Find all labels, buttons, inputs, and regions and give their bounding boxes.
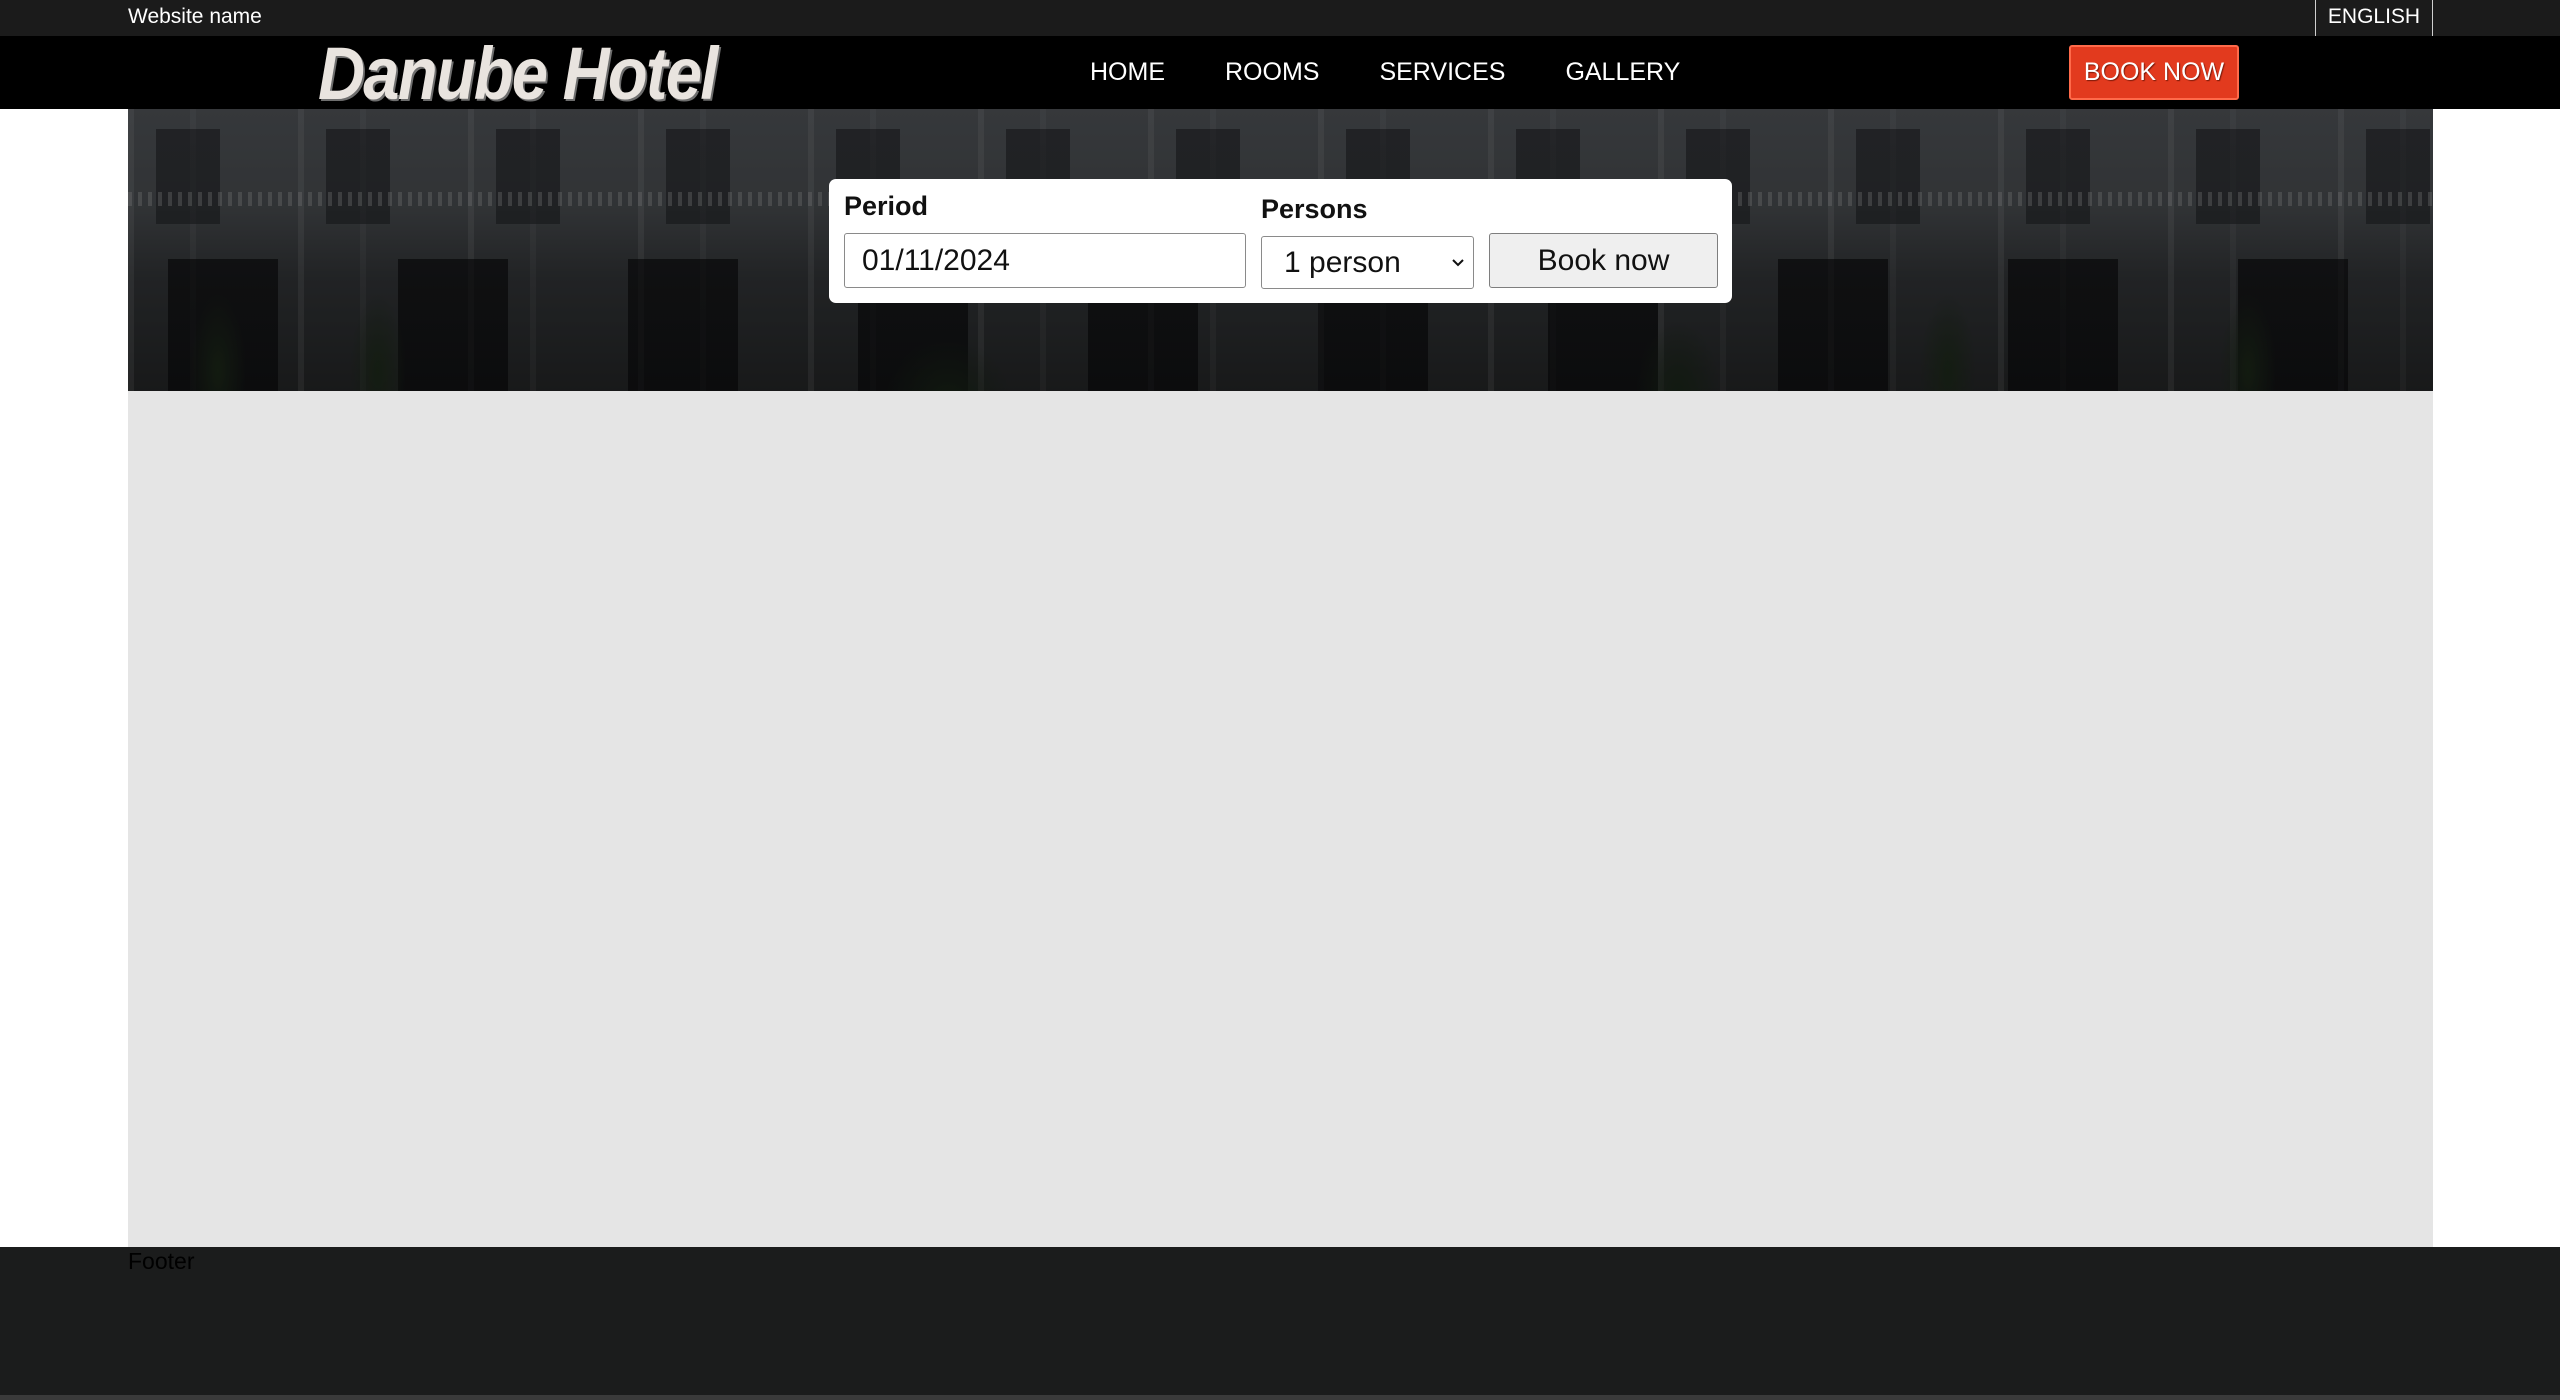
footer-label: Footer <box>128 1248 195 1274</box>
nav-rooms[interactable]: ROOMS <box>1195 36 1349 109</box>
main-navbar: Danube Hotel HOME ROOMS SERVICES GALLERY… <box>0 36 2560 111</box>
hotel-logo[interactable]: Danube Hotel <box>318 36 718 111</box>
booking-form: Period 01/11/2024 Persons 1 person Book … <box>829 179 1732 303</box>
footer: Footer <box>0 1247 2560 1400</box>
period-label: Period <box>844 191 929 221</box>
period-date-input[interactable]: 01/11/2024 <box>844 233 1246 288</box>
nav-home[interactable]: HOME <box>1060 36 1195 109</box>
footer-bottom-edge <box>0 1395 2560 1400</box>
chevron-down-icon <box>1448 237 1468 288</box>
main-content-area <box>128 391 2433 1247</box>
language-selector[interactable]: ENGLISH <box>2315 0 2433 36</box>
persons-selected-value: 1 person <box>1284 246 1401 279</box>
nav-services[interactable]: SERVICES <box>1349 36 1535 109</box>
book-now-nav-button[interactable]: BOOK NOW <box>2069 45 2239 100</box>
persons-label: Persons <box>1261 194 1368 224</box>
website-name: Website name <box>128 5 262 28</box>
book-now-button[interactable]: Book now <box>1489 233 1718 288</box>
top-bar: Website name ENGLISH <box>0 0 2560 36</box>
nav-gallery[interactable]: GALLERY <box>1535 36 1710 109</box>
persons-select[interactable]: 1 person <box>1261 236 1474 289</box>
nav-menu: HOME ROOMS SERVICES GALLERY <box>1060 36 1710 109</box>
